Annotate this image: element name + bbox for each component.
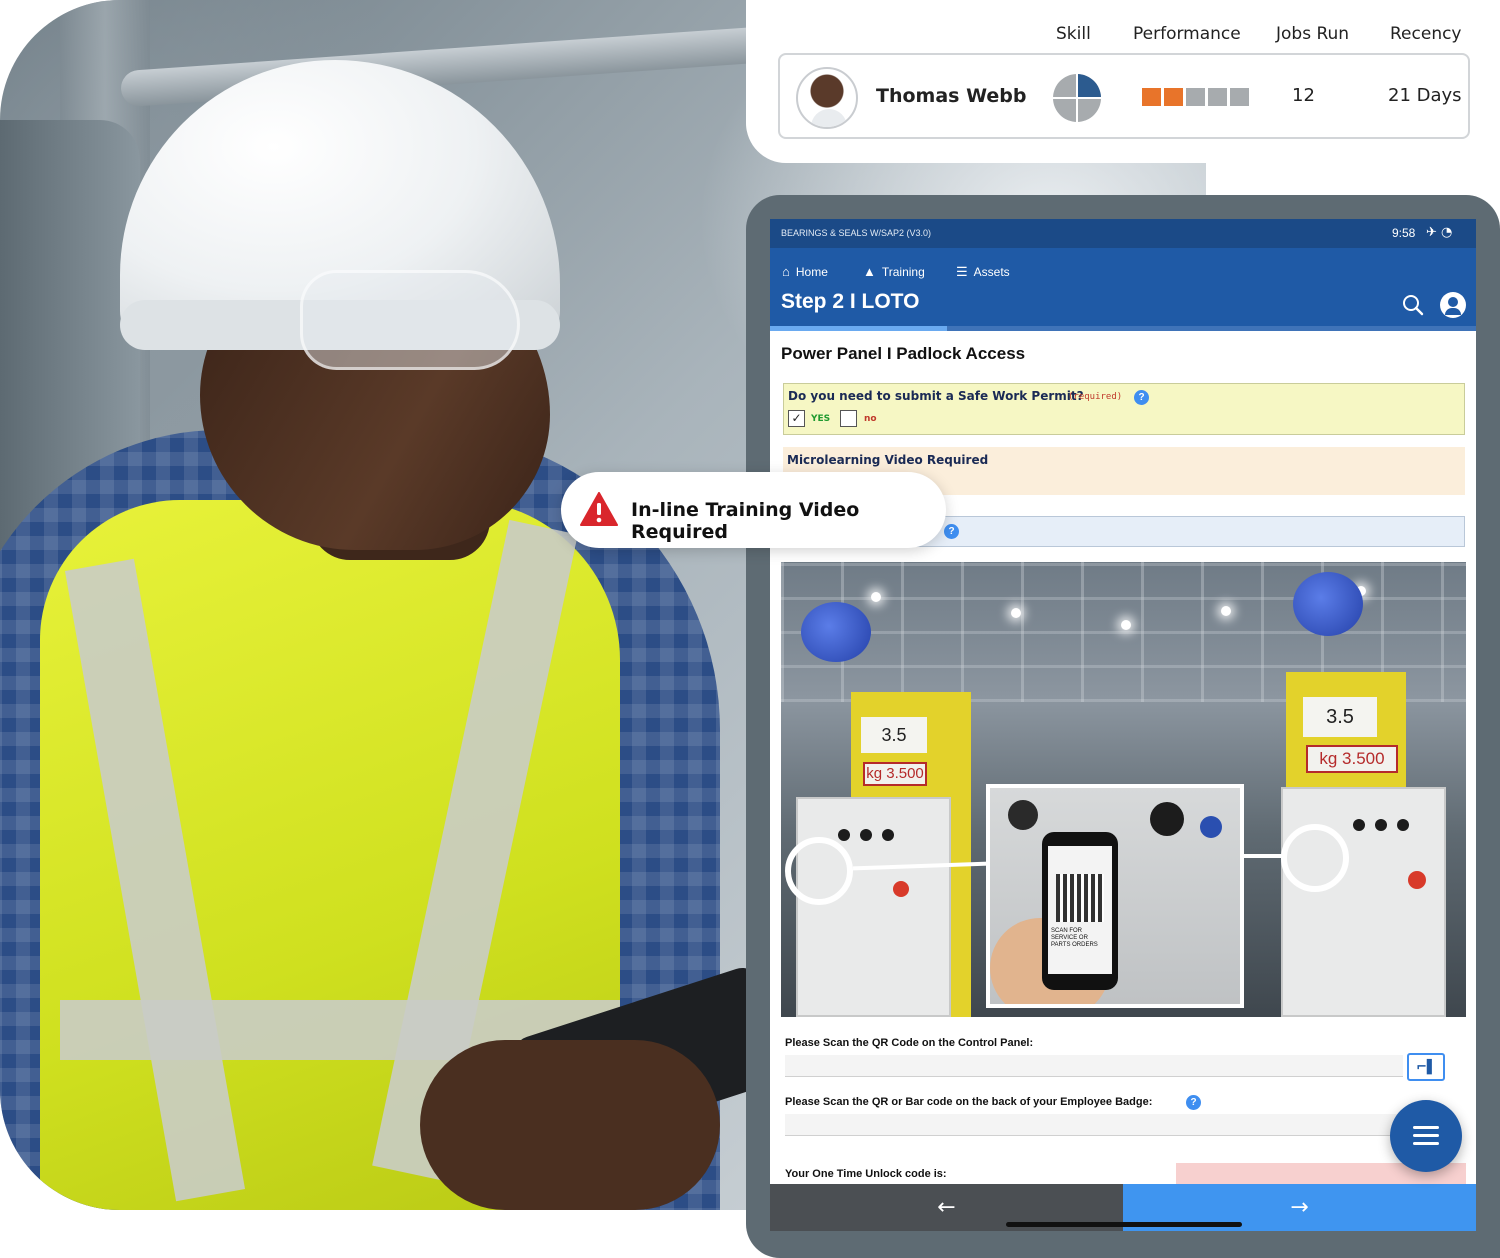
control-knob [882,829,894,841]
nav-bar: ⌂ Home ▲ Training ☰ Assets Step 2 I LOTO [770,248,1476,328]
yes-checkbox[interactable]: ✓ [788,410,805,427]
skill-pie-icon [1053,74,1101,122]
skill-header: Skill [1056,24,1091,44]
worker-stats-card: Skill Performance Jobs Run Recency Thoma… [746,0,1500,163]
ceiling-light [871,592,881,602]
stop-button [893,881,909,897]
nav-assets[interactable]: ☰ Assets [956,264,1010,280]
capacity-tag-left: 3.5 [861,717,927,753]
page-title: Step 2 I LOTO [781,290,920,313]
tablet-screen: BEARINGS & SEALS W/SAP2 (V3.0) 9:58 ✈︎ ◔… [770,219,1476,1231]
reset-button [1200,816,1222,838]
unlock-code-label: Your One Time Unlock code is: [785,1168,947,1180]
control-cabinet-right [1281,787,1446,1017]
capacity-tag-right: 3.5 [1303,697,1377,737]
home-icon: ⌂ [782,264,790,279]
no-checkbox[interactable] [840,410,857,427]
weight-plate-right: kg 3.500 [1306,745,1398,773]
connector-line [1243,854,1283,858]
ceiling-light [1121,620,1131,630]
control-cabinet-left [796,797,951,1017]
recency-header: Recency [1390,24,1462,44]
nav-home-label: Home [795,264,828,279]
permit-question-text: Do you need to submit a Safe Work Permit… [788,389,1084,403]
qr-scan-label: Please Scan the QR Code on the Control P… [785,1037,1034,1049]
qr-highlight-ring [785,837,853,905]
step-progress-fill [770,326,947,331]
worker-name: Thomas Webb [876,85,1027,107]
control-knob [1375,819,1387,831]
nav-training[interactable]: ▲ Training [863,264,925,279]
tablet-frame: BEARINGS & SEALS W/SAP2 (V3.0) 9:58 ✈︎ ◔… [746,195,1500,1258]
safety-glasses [300,270,520,370]
performance-square [1230,88,1249,106]
control-knob [838,829,850,841]
ceiling-light [1221,606,1231,616]
control-knob [860,829,872,841]
performance-square [1142,88,1161,106]
control-knob [1397,819,1409,831]
search-icon[interactable] [1402,294,1424,316]
clock: 9:58 [1392,226,1416,240]
barcode-scanner-icon: ⌐▌ [1416,1060,1437,1075]
badge-scan-label: Please Scan the QR or Bar code on the ba… [785,1096,1153,1108]
avatar [796,67,858,129]
training-video-callout: In-line Training Video Required [561,472,946,548]
qr-code [1056,874,1104,922]
callout-text: In-line Training Video Required [631,499,860,543]
nav-assets-label: Assets [973,265,1010,279]
phone-screen: SCAN FOR SERVICE OR PARTS ORDERS [1048,846,1112,974]
control-knob [1353,819,1365,831]
status-bar: BEARINGS & SEALS W/SAP2 (V3.0) 9:58 ✈︎ ◔ [770,219,1476,248]
selector-switch [1008,800,1038,830]
motor-right [1293,572,1363,636]
performance-square [1208,88,1227,106]
menu-fab-button[interactable] [1390,1100,1462,1172]
performance-bars [1142,88,1249,106]
ceiling-light [1011,608,1021,618]
wifi-icon: ✈︎ ◔ [1426,225,1453,240]
recency-value: 21 Days [1388,85,1462,106]
server-icon: ☰ [956,264,968,279]
required-badge: (required) [1068,392,1123,402]
worker-hand [420,1040,720,1210]
user-account-icon[interactable] [1440,292,1466,318]
performance-square [1186,88,1205,106]
nav-training-label: Training [881,264,925,279]
selector-switch [1150,802,1184,836]
nav-home[interactable]: ⌂ Home [782,264,828,279]
performance-header: Performance [1133,24,1241,44]
worker-row[interactable]: Thomas Webb 12 21 Days [778,53,1470,139]
menu-icon [1413,1126,1439,1129]
help-icon[interactable]: ? [1134,390,1149,405]
warning-icon [580,492,618,526]
yes-label: YES [811,414,831,424]
graduation-cap-icon: ▲ [863,264,876,279]
control-panel-image: 3.5 3.5 kg 3.500 kg 3.500 SCAN FOR SERVI… [781,562,1466,1017]
section-title: Power Panel I Padlock Access [781,344,1026,363]
performance-square [1164,88,1183,106]
menu-icon [1413,1134,1439,1137]
jobs-run-header: Jobs Run [1276,24,1350,44]
scan-button[interactable]: ⌐▌ [1407,1053,1445,1081]
motor-left [801,602,871,662]
jobs-run-value: 12 [1292,85,1315,106]
weight-plate-left: kg 3.500 [863,762,927,786]
microlearning-title: Microlearning Video Required [787,453,989,467]
qr-code-input[interactable] [785,1055,1403,1077]
help-icon[interactable]: ? [944,524,959,539]
menu-icon [1413,1142,1439,1145]
badge-code-input[interactable] [785,1114,1403,1136]
safe-work-permit-question: Do you need to submit a Safe Work Permit… [783,383,1465,435]
phone-scan-inset: SCAN FOR SERVICE OR PARTS ORDERS [986,784,1244,1008]
app-title: BEARINGS & SEALS W/SAP2 (V3.0) [781,228,932,238]
stop-button [1408,871,1426,889]
help-icon[interactable]: ? [1186,1095,1201,1110]
home-indicator [1006,1222,1242,1227]
smartphone: SCAN FOR SERVICE OR PARTS ORDERS [1042,832,1118,990]
no-label: no [864,414,877,424]
qr-highlight-ring [1281,824,1349,892]
phone-caption: SCAN FOR SERVICE OR PARTS ORDERS [1051,928,1098,948]
